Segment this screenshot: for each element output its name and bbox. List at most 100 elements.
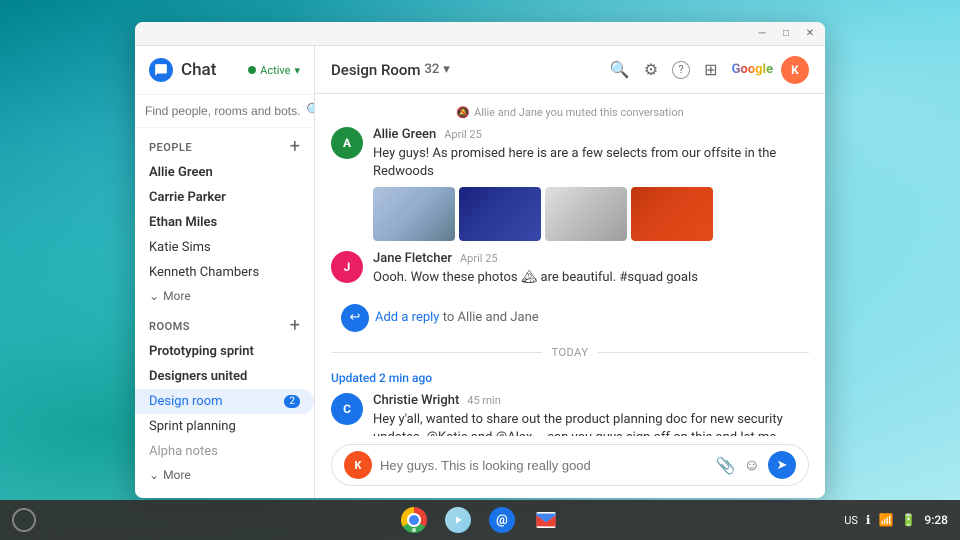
photo-thumb-2[interactable]: [459, 187, 541, 241]
settings-icon[interactable]: ⚙: [644, 60, 658, 79]
search-icon[interactable]: 🔍: [610, 60, 630, 79]
notification-off-icon: 🔕: [456, 106, 470, 119]
google-meet-button[interactable]: @: [488, 506, 516, 534]
chat-header-icons: 🔍 ⚙ ? ⊞ Google K: [610, 56, 809, 84]
photo-thumb-1[interactable]: [373, 187, 455, 241]
reply-icon: ↩: [341, 304, 369, 332]
message-author: Allie Green: [373, 127, 436, 142]
people-more-label: More: [163, 289, 191, 303]
rooms-more-button[interactable]: ⌄ More: [135, 464, 314, 486]
muted-notice: 🔕 Allie and Jane you muted this conversa…: [331, 102, 809, 127]
info-icon: ℹ: [866, 513, 871, 527]
attachment-icon[interactable]: 📎: [716, 456, 736, 475]
chevron-down-icon: ⌄: [149, 468, 159, 482]
chevron-down-icon[interactable]: ▾: [443, 62, 450, 77]
sidebar-item-designers-united[interactable]: Designers united: [135, 364, 314, 389]
gmail-icon: [533, 507, 559, 533]
chat-header: Design Room 32 ▾ 🔍 ⚙ ? ⊞ Google K: [315, 46, 825, 94]
search-input[interactable]: [145, 104, 300, 118]
muted-text: Allie and Jane you muted this conversati…: [474, 106, 684, 119]
person-name: Katie Sims: [149, 240, 211, 255]
emoji-icon[interactable]: ☺: [744, 455, 760, 475]
region-indicator: US: [844, 514, 858, 527]
person-name: Allie Green: [149, 165, 213, 180]
member-count: 32: [424, 62, 439, 77]
launcher-button[interactable]: [12, 508, 36, 532]
add-room-button[interactable]: +: [290, 317, 300, 335]
sidebar-item-ethan-miles[interactable]: Ethan Miles: [135, 210, 314, 235]
person-name: Kenneth Chambers: [149, 265, 259, 280]
rooms-more-label: More: [163, 468, 191, 482]
app-content: Chat Active ▾ 🔍 PEOPLE + Allie Green: [135, 46, 825, 498]
reply-link[interactable]: ↩ Add a reply to Allie and Jane: [331, 298, 809, 338]
message-input[interactable]: [380, 458, 708, 473]
send-button[interactable]: ➤: [768, 451, 796, 479]
maximize-button[interactable]: □: [779, 27, 793, 41]
sidebar-item-prototyping-sprint[interactable]: Prototyping sprint: [135, 339, 314, 364]
room-name: Prototyping sprint: [149, 344, 254, 359]
add-bot-button[interactable]: +: [290, 496, 300, 498]
avatar: C: [331, 393, 363, 425]
google-logo: Google: [732, 62, 773, 77]
sidebar-item-katie-sims[interactable]: Katie Sims: [135, 235, 314, 260]
input-area: K 📎 ☺ ➤: [315, 436, 825, 498]
person-name: Ethan Miles: [149, 215, 217, 230]
chrome-app-button[interactable]: [400, 506, 428, 534]
user-avatar[interactable]: K: [781, 56, 809, 84]
message-header: Allie Green April 25: [373, 127, 809, 142]
taskbar-center: @: [400, 506, 560, 534]
divider-label: TODAY: [552, 346, 589, 359]
room-name: Designers united: [149, 369, 247, 384]
bots-section-header: BOTS +: [135, 486, 314, 498]
sidebar-item-allie-green[interactable]: Allie Green: [135, 160, 314, 185]
chevron-down-icon: ▾: [294, 64, 300, 77]
sidebar-item-sprint-planning[interactable]: Sprint planning: [135, 414, 314, 439]
message-header: Jane Fletcher April 25: [373, 251, 809, 266]
sidebar-item-alpha-notes[interactable]: Alpha notes: [135, 439, 314, 464]
rooms-section-title: ROOMS: [149, 320, 190, 333]
photo-thumb-3[interactable]: [545, 187, 627, 241]
sidebar-item-design-room[interactable]: Design room 2: [135, 389, 314, 414]
play-store-button[interactable]: [444, 506, 472, 534]
message-author: Christie Wright: [373, 393, 459, 408]
message-time: April 25: [444, 128, 482, 141]
add-person-button[interactable]: +: [290, 138, 300, 156]
minimize-button[interactable]: ─: [755, 27, 769, 41]
message-author: Jane Fletcher: [373, 251, 452, 266]
meet-icon: @: [489, 507, 515, 533]
message-text: Hey guys! As promised here is are a few …: [373, 145, 809, 181]
input-user-avatar: K: [344, 451, 372, 479]
sidebar-item-kenneth-chambers[interactable]: Kenneth Chambers: [135, 260, 314, 285]
gmail-button[interactable]: [532, 506, 560, 534]
avatar: J: [331, 251, 363, 283]
sidebar: Chat Active ▾ 🔍 PEOPLE + Allie Green: [135, 46, 315, 498]
sidebar-header: Chat Active ▾: [135, 46, 314, 95]
divider-line: [598, 352, 809, 353]
photo-thumb-4[interactable]: [631, 187, 713, 241]
unread-badge: 2: [284, 395, 300, 408]
room-name: Design room: [149, 394, 223, 409]
grid-icon[interactable]: ⊞: [704, 60, 717, 79]
app-window: ─ □ ✕ Chat Active ▾: [135, 22, 825, 498]
message-group-christie: C Christie Wright 45 min Hey y'all, want…: [331, 393, 809, 436]
sidebar-title: Chat: [181, 60, 240, 80]
room-name: Alpha notes: [149, 444, 218, 459]
message-group-allie: A Allie Green April 25 Hey guys! As prom…: [331, 127, 809, 241]
message-body: Christie Wright 45 min Hey y'all, wanted…: [373, 393, 809, 436]
message-text: Oooh. Wow these photos 🏔 are beautiful. …: [373, 269, 809, 287]
app-active-dot: [412, 528, 416, 532]
sidebar-item-carrie-parker[interactable]: Carrie Parker: [135, 185, 314, 210]
message-text: Hey y'all, wanted to share out the produ…: [373, 411, 809, 436]
wifi-icon[interactable]: 📶: [878, 513, 893, 527]
active-label: Active: [260, 64, 290, 77]
divider-line: [331, 352, 542, 353]
search-bar: 🔍: [135, 95, 314, 128]
message-group-jane: J Jane Fletcher April 25 Oooh. Wow these…: [331, 251, 809, 287]
search-icon[interactable]: 🔍: [306, 103, 315, 119]
avatar: A: [331, 127, 363, 159]
people-more-button[interactable]: ⌄ More: [135, 285, 314, 307]
help-icon[interactable]: ?: [672, 61, 690, 79]
close-button[interactable]: ✕: [803, 27, 817, 41]
message-body: Allie Green April 25 Hey guys! As promis…: [373, 127, 809, 241]
chat-header-title: Design Room 32 ▾: [331, 61, 450, 79]
